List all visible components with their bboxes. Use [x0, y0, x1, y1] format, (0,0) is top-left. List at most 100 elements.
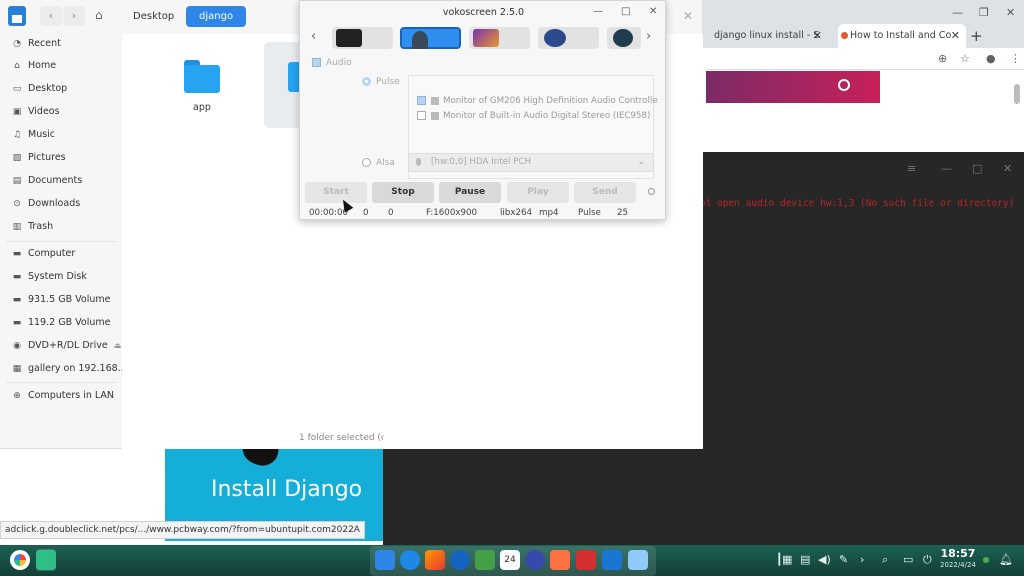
- close-icon[interactable]: ✕: [683, 9, 693, 23]
- browser-tab-1[interactable]: django linux install - S ✕: [706, 24, 828, 48]
- bookmark-star-icon[interactable]: ☆: [960, 52, 970, 65]
- sidebar-item-pictures[interactable]: ▨ Pictures: [12, 148, 66, 168]
- new-tab-button[interactable]: +: [970, 27, 983, 45]
- close-icon[interactable]: ✕: [1006, 6, 1015, 19]
- close-icon[interactable]: ✕: [1003, 162, 1012, 175]
- photos-app-icon[interactable]: [425, 550, 445, 570]
- sidebar-item-desktop[interactable]: ▭ Desktop: [12, 79, 67, 99]
- pulse-device-2[interactable]: Monitor of Built-in Audio Digital Stereo…: [417, 111, 650, 121]
- breadcrumb-django[interactable]: django: [186, 6, 247, 27]
- app-store-icon[interactable]: [550, 550, 570, 570]
- python-logo-icon: [238, 449, 284, 471]
- settings-app-icon[interactable]: [525, 550, 545, 570]
- sidebar-item-dvd[interactable]: ◉ DVD+R/DL Drive ⏏: [12, 336, 121, 356]
- pause-button[interactable]: Pause: [439, 182, 501, 203]
- favicon-icon: [841, 32, 848, 39]
- sidebar-divider: [6, 241, 116, 242]
- minimize-icon[interactable]: —: [941, 162, 952, 175]
- profile-icon[interactable]: ●: [986, 52, 996, 65]
- chevron-left-icon[interactable]: ‹: [311, 29, 316, 44]
- notification-tray-icon[interactable]: ▭: [903, 553, 913, 566]
- sidebar-item-documents[interactable]: ▤ Documents: [12, 171, 82, 191]
- launcher-icon[interactable]: [10, 550, 30, 570]
- monitor-icon: [336, 29, 362, 47]
- network-folder-icon: ▦: [12, 364, 22, 374]
- tab-misc[interactable]: [538, 27, 599, 49]
- home-icon[interactable]: ⌂: [95, 8, 103, 22]
- search-icon[interactable]: ⌕: [882, 553, 888, 567]
- chevron-right-icon[interactable]: ›: [860, 553, 864, 566]
- mail-app-icon[interactable]: [450, 550, 470, 570]
- audio-checkbox[interactable]: Audio: [312, 58, 352, 68]
- sidebar-item-music[interactable]: ♫ Music: [12, 125, 55, 145]
- maximize-icon[interactable]: ❐: [979, 6, 989, 19]
- sidebar-item-volume-931[interactable]: ▬ 931.5 GB Volume: [12, 290, 111, 310]
- menu-icon[interactable]: ⋮: [1010, 52, 1021, 65]
- power-icon[interactable]: [648, 188, 655, 195]
- pen-icon[interactable]: ✎: [839, 553, 848, 566]
- pulse-radio[interactable]: Pulse: [362, 77, 400, 87]
- site-header-banner: [706, 71, 880, 103]
- sidebar-item-label: Videos: [28, 106, 60, 117]
- maximize-icon[interactable]: □: [621, 6, 630, 17]
- sidebar-item-computers-in-lan[interactable]: ⊕ Computers in LAN: [12, 386, 114, 406]
- sidebar-item-computer[interactable]: ▬ Computer: [12, 244, 76, 264]
- sidebar-item-recent[interactable]: ◔ Recent: [12, 34, 61, 54]
- tab-audio[interactable]: [400, 27, 461, 49]
- stop-button[interactable]: Stop: [372, 182, 434, 203]
- page-scrollbar[interactable]: [1014, 84, 1020, 104]
- terminal-app-icon[interactable]: [36, 550, 56, 570]
- keyboard-icon[interactable]: ▤: [800, 553, 810, 566]
- minimize-icon[interactable]: —: [952, 6, 963, 19]
- back-button[interactable]: ‹: [40, 6, 62, 26]
- screenshot-icon[interactable]: ▦: [782, 553, 792, 566]
- close-icon[interactable]: ✕: [649, 6, 657, 17]
- close-icon[interactable]: ✕: [951, 24, 960, 48]
- sidebar-item-trash[interactable]: ▥ Trash: [12, 217, 53, 237]
- forward-button[interactable]: ›: [63, 6, 85, 26]
- bell-icon[interactable]: 🔔︎: [999, 553, 1013, 566]
- browser-app-icon[interactable]: [400, 550, 420, 570]
- alsa-radio[interactable]: Alsa: [362, 158, 395, 168]
- sidebar-item-downloads[interactable]: ⊙ Downloads: [12, 194, 80, 214]
- tab-webcam[interactable]: [607, 27, 641, 49]
- chevron-right-icon[interactable]: ›: [646, 29, 651, 44]
- sidebar-item-label: Computers in LAN: [28, 390, 114, 401]
- sidebar-item-system-disk[interactable]: ▬ System Disk: [12, 267, 87, 287]
- folder-icon[interactable]: [182, 60, 222, 94]
- play-button[interactable]: Play: [507, 182, 569, 203]
- tab-screen[interactable]: [332, 27, 393, 49]
- send-button[interactable]: Send: [574, 182, 636, 203]
- tab-video[interactable]: [469, 27, 530, 49]
- screen-recorder-app-icon[interactable]: [602, 550, 622, 570]
- display-app-icon[interactable]: [628, 550, 648, 570]
- clock[interactable]: 18:57 2022/4/24: [940, 547, 976, 570]
- address-bar[interactable]: ⊕ ☆ ● ⋮: [706, 48, 1024, 70]
- search-icon[interactable]: [838, 79, 850, 91]
- breadcrumb-desktop[interactable]: Desktop: [120, 6, 187, 27]
- file-manager-app-icon[interactable]: [375, 550, 395, 570]
- minimize-icon[interactable]: —: [593, 6, 603, 17]
- maximize-icon[interactable]: □: [972, 162, 982, 175]
- music-app-icon[interactable]: [475, 550, 495, 570]
- sidebar-item-home[interactable]: ⌂ Home: [12, 56, 56, 76]
- volume-icon[interactable]: ◀): [818, 553, 831, 566]
- close-icon[interactable]: ✕: [813, 24, 822, 48]
- browser-tab-2[interactable]: How to Install and Co ✕: [838, 24, 966, 48]
- menu-icon[interactable]: ≡: [907, 162, 916, 175]
- terminal-red-app-icon[interactable]: [576, 550, 596, 570]
- sidebar-item-videos[interactable]: ▣ Videos: [12, 102, 60, 122]
- pulse-device-1[interactable]: Monitor of GM206 High Definition Audio C…: [417, 96, 658, 106]
- start-button[interactable]: Start: [305, 182, 367, 203]
- trash-icon: ▥: [12, 222, 22, 232]
- disk-icon: ▬: [12, 272, 22, 282]
- sidebar-item-gallery[interactable]: ▦ gallery on 192.168....: [12, 359, 130, 379]
- eject-icon[interactable]: ⏏: [114, 341, 122, 350]
- alsa-device-select[interactable]: [hw:0,0] HDA Intel PCH ⌄: [408, 153, 654, 172]
- power-icon[interactable]: ⏻: [923, 553, 932, 567]
- article-image-text: Install Django: [211, 477, 363, 502]
- sidebar-item-volume-119[interactable]: ▬ 119.2 GB Volume: [12, 313, 111, 333]
- translate-icon[interactable]: ⊕: [938, 52, 947, 65]
- calendar-app-icon[interactable]: 24: [500, 550, 520, 570]
- sidebar-item-label: gallery on 192.168....: [28, 363, 130, 374]
